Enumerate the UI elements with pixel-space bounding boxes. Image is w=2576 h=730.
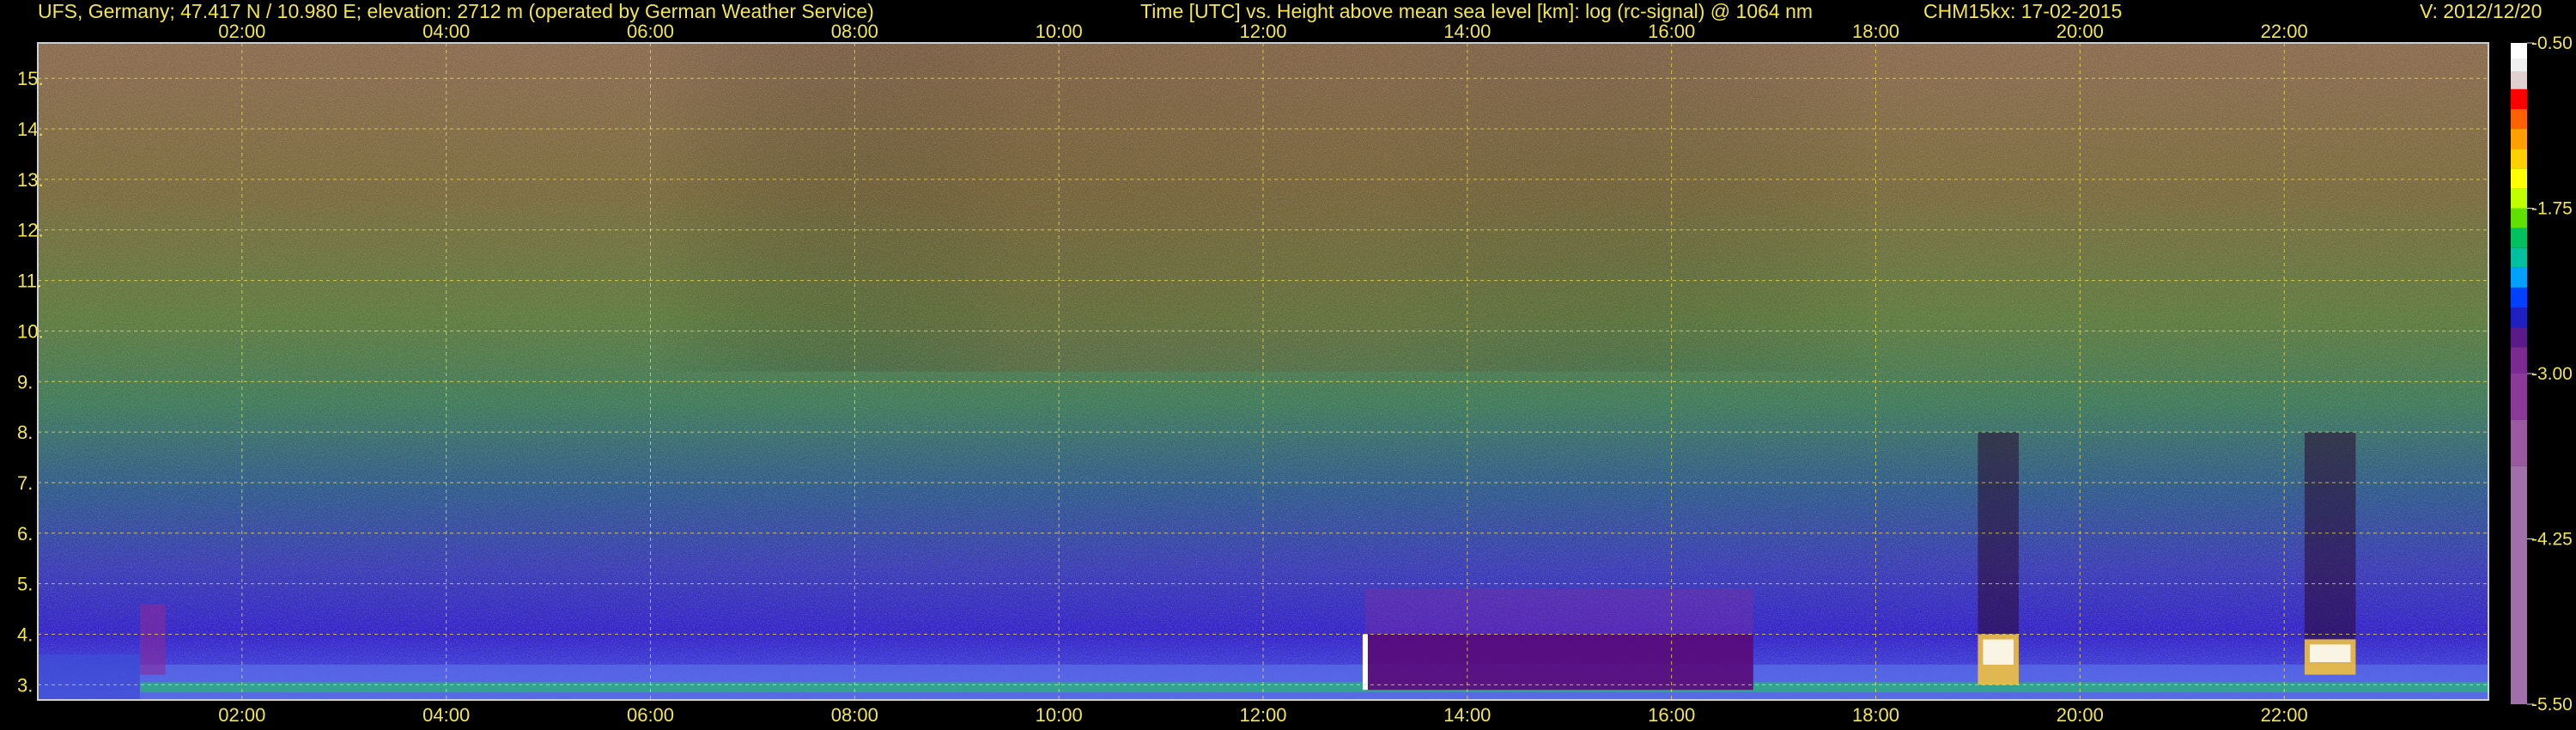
x-tick-label-bottom: 04:00 — [422, 704, 470, 726]
colorbar-segment — [2511, 228, 2527, 248]
y-tick-label: 6. — [17, 523, 33, 544]
colorbar-segment — [2511, 327, 2527, 348]
y-tick-label: 4. — [17, 624, 33, 646]
colorbar-tick-label: -5.50 — [2531, 695, 2573, 715]
colorbar-segment — [2511, 267, 2527, 288]
colorbar-segment — [2511, 88, 2527, 109]
x-tick-label-top: 14:00 — [1443, 21, 1491, 42]
colorbar-segment — [2511, 149, 2527, 169]
x-tick-label-top: 18:00 — [1852, 21, 1899, 42]
colorbar-segment — [2511, 71, 2527, 89]
y-tick-label: 3. — [17, 674, 33, 696]
feature-plume-onset — [139, 604, 166, 675]
colorbar-segment — [2511, 374, 2527, 420]
x-tick-label-top: 04:00 — [422, 21, 470, 42]
colorbar-segment — [2511, 419, 2527, 466]
x-tick-label-top: 12:00 — [1239, 21, 1286, 42]
y-tick-label: 13. — [17, 169, 44, 191]
feature-boundary-layer — [139, 664, 2488, 700]
feature-aerosol-layer — [1364, 634, 1753, 690]
colorbar-segment — [2511, 188, 2527, 209]
y-tick-label: 9. — [17, 371, 33, 392]
x-tick-label-bottom: 18:00 — [1852, 704, 1899, 726]
lidar-heatmap-chart: 02:00 02:00 04:00 04:00 06:00 06:00 08:00 08:00… — [17, 21, 2573, 726]
colorbar-segment — [2511, 129, 2527, 149]
colorbar-segment — [2511, 208, 2527, 228]
x-tick-label-bottom: 22:00 — [2261, 704, 2308, 726]
feature-aerosol-haze — [1364, 588, 1753, 635]
feature-surface-band — [139, 682, 2488, 693]
y-tick-label: 8. — [17, 422, 33, 443]
x-tick-label-top: 06:00 — [627, 21, 674, 42]
y-tick-label: 12. — [17, 220, 44, 241]
feature-cloud-shadow-3 — [2304, 432, 2356, 640]
colorbar-segment — [2511, 109, 2527, 130]
x-tick-label-bottom: 14:00 — [1443, 704, 1491, 726]
x-tick-label-bottom: 12:00 — [1239, 704, 1286, 726]
colorbar-segment — [2511, 58, 2527, 72]
colorbar-segment — [2511, 287, 2527, 307]
x-tick-label-bottom: 16:00 — [1648, 704, 1695, 726]
y-tick-label: 11. — [17, 271, 42, 292]
colorbar-tick-label: -4.25 — [2531, 530, 2573, 550]
x-tick-label-bottom: 20:00 — [2057, 704, 2104, 726]
y-tick-label: 5. — [17, 574, 33, 595]
y-tick-label: 14. — [17, 119, 44, 140]
colorbar-segment — [2511, 347, 2527, 374]
colorbar-segment — [2511, 247, 2527, 268]
colorbar-segment — [2511, 168, 2527, 189]
x-tick-label-top: 10:00 — [1036, 21, 1083, 42]
y-tick-label: 7. — [17, 472, 33, 494]
y-tick-label: 15. — [17, 68, 44, 89]
colorbar-segment — [2511, 465, 2527, 704]
x-tick-label-bottom: 06:00 — [627, 704, 674, 726]
x-tick-label-top: 22:00 — [2261, 21, 2308, 42]
feature-cloud-core-2 — [1983, 639, 2014, 665]
colorbar-tick-label: -0.50 — [2531, 33, 2573, 53]
feature-cloud-core-3 — [2309, 644, 2351, 662]
colorbar-tick-label: -3.00 — [2531, 364, 2573, 384]
x-tick-label-bottom: 10:00 — [1036, 704, 1083, 726]
x-tick-label-top: 20:00 — [2057, 21, 2104, 42]
colorbar-segment — [2511, 43, 2527, 59]
x-tick-label-top: 08:00 — [831, 21, 878, 42]
y-tick-label: 10. — [17, 320, 44, 342]
x-tick-label-bottom: 08:00 — [831, 704, 878, 726]
x-tick-label-bottom: 02:00 — [218, 704, 265, 726]
feature-aerosol-edge — [1362, 634, 1368, 690]
early-morning-region — [38, 654, 140, 700]
x-tick-label-top: 16:00 — [1648, 21, 1695, 42]
colorbar-tick-label: -1.75 — [2531, 199, 2573, 219]
colorbar-segment — [2511, 307, 2527, 328]
x-tick-label-top: 02:00 — [218, 21, 265, 42]
